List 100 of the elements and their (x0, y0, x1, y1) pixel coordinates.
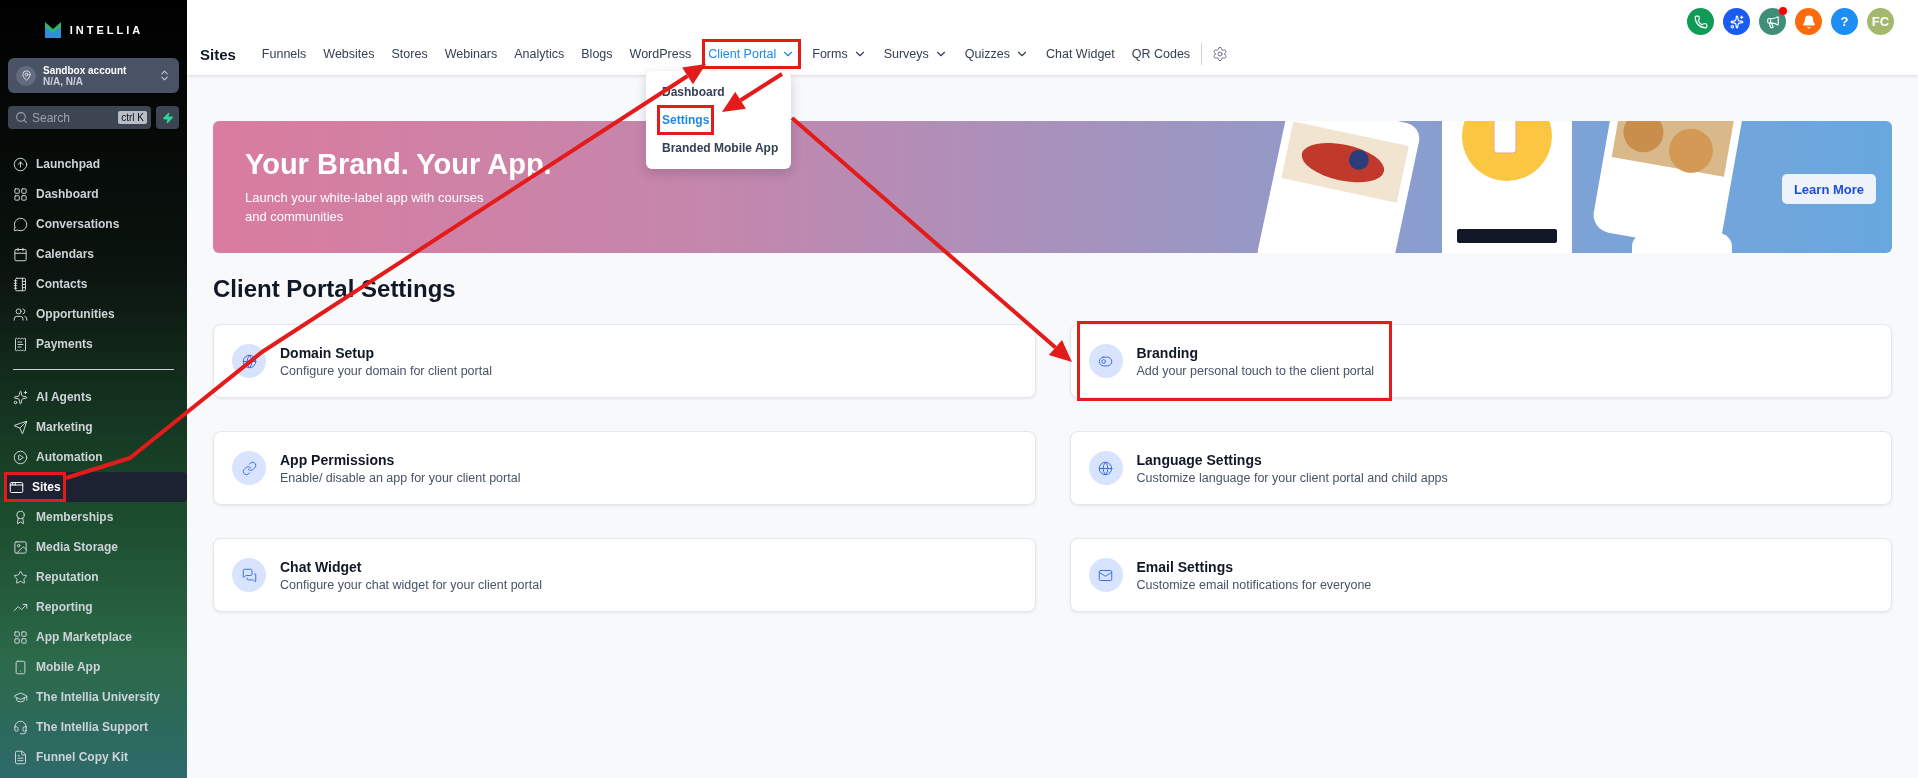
logo-icon (43, 21, 62, 39)
sidebar-item[interactable]: Marketing (8, 412, 179, 442)
sidebar-item[interactable]: The Intellia University (8, 682, 179, 712)
sparkle-button[interactable] (1723, 8, 1750, 35)
nav-tab[interactable]: Funnels (258, 42, 310, 66)
nav-tab[interactable]: Surveys (880, 42, 951, 66)
phone-button[interactable] (1687, 8, 1714, 35)
card-title: App Permissions (280, 451, 396, 468)
smartphone-icon (13, 659, 28, 675)
card-description: Customize email notifications for everyone (1136, 577, 1372, 592)
sparkles-icon (13, 389, 28, 405)
annotation-arrow (722, 72, 784, 112)
card-title: Branding (1136, 344, 1199, 361)
sidebar-item[interactable]: The Intellia Support (8, 712, 179, 742)
sidebar-item[interactable]: Contacts (8, 269, 179, 299)
rocket-circle-icon (13, 156, 28, 172)
sidebar-item[interactable]: Opportunities (8, 299, 179, 329)
nav-tab[interactable]: Blogs (578, 42, 616, 66)
account-location: N/A, N/A (43, 75, 84, 87)
image-icon (13, 539, 28, 555)
card-description: Customize language for your client portal and child apps (1136, 470, 1448, 485)
link-icon (232, 451, 266, 485)
card-description: Configure your domain for client portal (280, 363, 492, 378)
nav-tab[interactable]: WordPress (626, 42, 695, 66)
menu-item[interactable]: Settings (658, 106, 714, 134)
sidebar-item[interactable]: Conversations (8, 209, 179, 239)
nav-tab[interactable]: Stores (388, 42, 431, 66)
calendar-icon (13, 246, 28, 262)
location-icon (16, 65, 36, 86)
paper-plane-icon (13, 419, 28, 435)
megaphone-button[interactable] (1759, 8, 1786, 35)
card-description: Configure your chat widget for your client portal (280, 577, 542, 592)
nav-tab[interactable]: QR Codes (1128, 42, 1194, 66)
bell-icon (1801, 14, 1816, 29)
sidebar-item[interactable]: Automation (8, 442, 179, 472)
card-title: Email Settings (1136, 558, 1234, 575)
card-title: Language Settings (1136, 451, 1263, 468)
play-circle-icon (13, 449, 28, 465)
nav-tab[interactable]: Chat Widget (1043, 42, 1118, 66)
sidebar-item[interactable]: Sites (4, 472, 187, 502)
chat-bubbles-icon (232, 558, 266, 592)
sidebar-item[interactable]: Dashboard (8, 179, 179, 209)
quick-action-button[interactable] (156, 106, 179, 129)
grid-icon (13, 186, 28, 202)
sidebar-item[interactable]: Media Storage (8, 532, 179, 562)
card-description: Add your personal touch to the client portal (1136, 363, 1375, 378)
people-icon (13, 306, 28, 322)
card-title: Chat Widget (280, 558, 363, 575)
account-switcher[interactable]: Sandbox account N/A, N/A (8, 58, 179, 93)
chat-bubble-icon (13, 216, 28, 232)
sidebar-item[interactable]: Calendars (8, 239, 179, 269)
globe-icon (1088, 451, 1123, 485)
card-description: Enable/ disable an app for your client portal (280, 470, 521, 485)
settings-card[interactable]: Branding Add your personal touch to the client portal (1069, 324, 1892, 398)
bolt-icon (161, 111, 174, 124)
receipt-icon (13, 336, 28, 352)
learn-more-button[interactable]: Learn More (1781, 174, 1876, 204)
shortcut-hint: ctrl K (118, 111, 147, 124)
megaphone-icon (1765, 14, 1780, 29)
nav-tab[interactable]: Analytics (511, 42, 568, 66)
mail-icon (1088, 558, 1123, 592)
nav-tab[interactable]: Forms (809, 42, 870, 66)
sidebar-item[interactable]: Launchpad (8, 149, 179, 179)
chevrons-icon (158, 69, 171, 82)
sidebar-item[interactable]: Reputation (8, 562, 179, 592)
bell-button[interactable] (1795, 8, 1822, 35)
nav-tab[interactable]: Quizzes (961, 42, 1032, 66)
settings-card[interactable]: App Permissions Enable/ disable an app for your client portal (213, 431, 1036, 505)
banner-subtitle: Launch your white-label app with courses and communities (245, 189, 485, 226)
sidebar-item[interactable]: Reporting (8, 592, 179, 622)
graduation-cap-icon (13, 689, 28, 705)
sparkles-icon (1729, 14, 1744, 29)
grid-icon (13, 629, 28, 645)
nav-tab[interactable]: Websites (320, 42, 378, 66)
settings-button[interactable] (1212, 46, 1229, 62)
star-icon (13, 569, 28, 585)
sidebar-item[interactable]: Mobile App (8, 652, 179, 682)
sidebar-item[interactable]: Memberships (8, 502, 179, 532)
sidebar-item[interactable]: Funnel Copy Kit (8, 742, 179, 772)
nav-tab[interactable]: Webinars (441, 42, 501, 66)
toggle-icon (1088, 344, 1123, 378)
settings-card[interactable]: Email Settings Customize email notifications for everyone (1069, 538, 1892, 612)
sidebar-item[interactable]: AI Agents (8, 382, 179, 412)
settings-card[interactable]: Chat Widget Configure your chat widget for your client portal (213, 538, 1036, 612)
nav-tab[interactable]: Client Portal (705, 42, 799, 66)
sidebar-item[interactable]: Payments (8, 329, 179, 359)
account-name: Sandbox account (43, 64, 128, 76)
sidebar-item[interactable]: App Marketplace (8, 622, 179, 652)
document-icon (13, 749, 28, 765)
logo-text: INTELLIA (69, 24, 144, 36)
notebook-icon (13, 276, 28, 292)
browser-window-icon (9, 479, 24, 495)
headset-icon (13, 719, 28, 735)
page-title: Client Portal Settings (213, 275, 457, 303)
settings-card[interactable]: Language Settings Customize language for your client portal and child apps (1069, 431, 1892, 505)
section-title: Sites (200, 45, 236, 63)
award-icon (13, 509, 28, 525)
settings-card[interactable]: Domain Setup Configure your domain for client portal (213, 324, 1036, 398)
menu-item[interactable]: Branded Mobile App (658, 134, 783, 162)
card-title: Domain Setup (280, 344, 376, 361)
